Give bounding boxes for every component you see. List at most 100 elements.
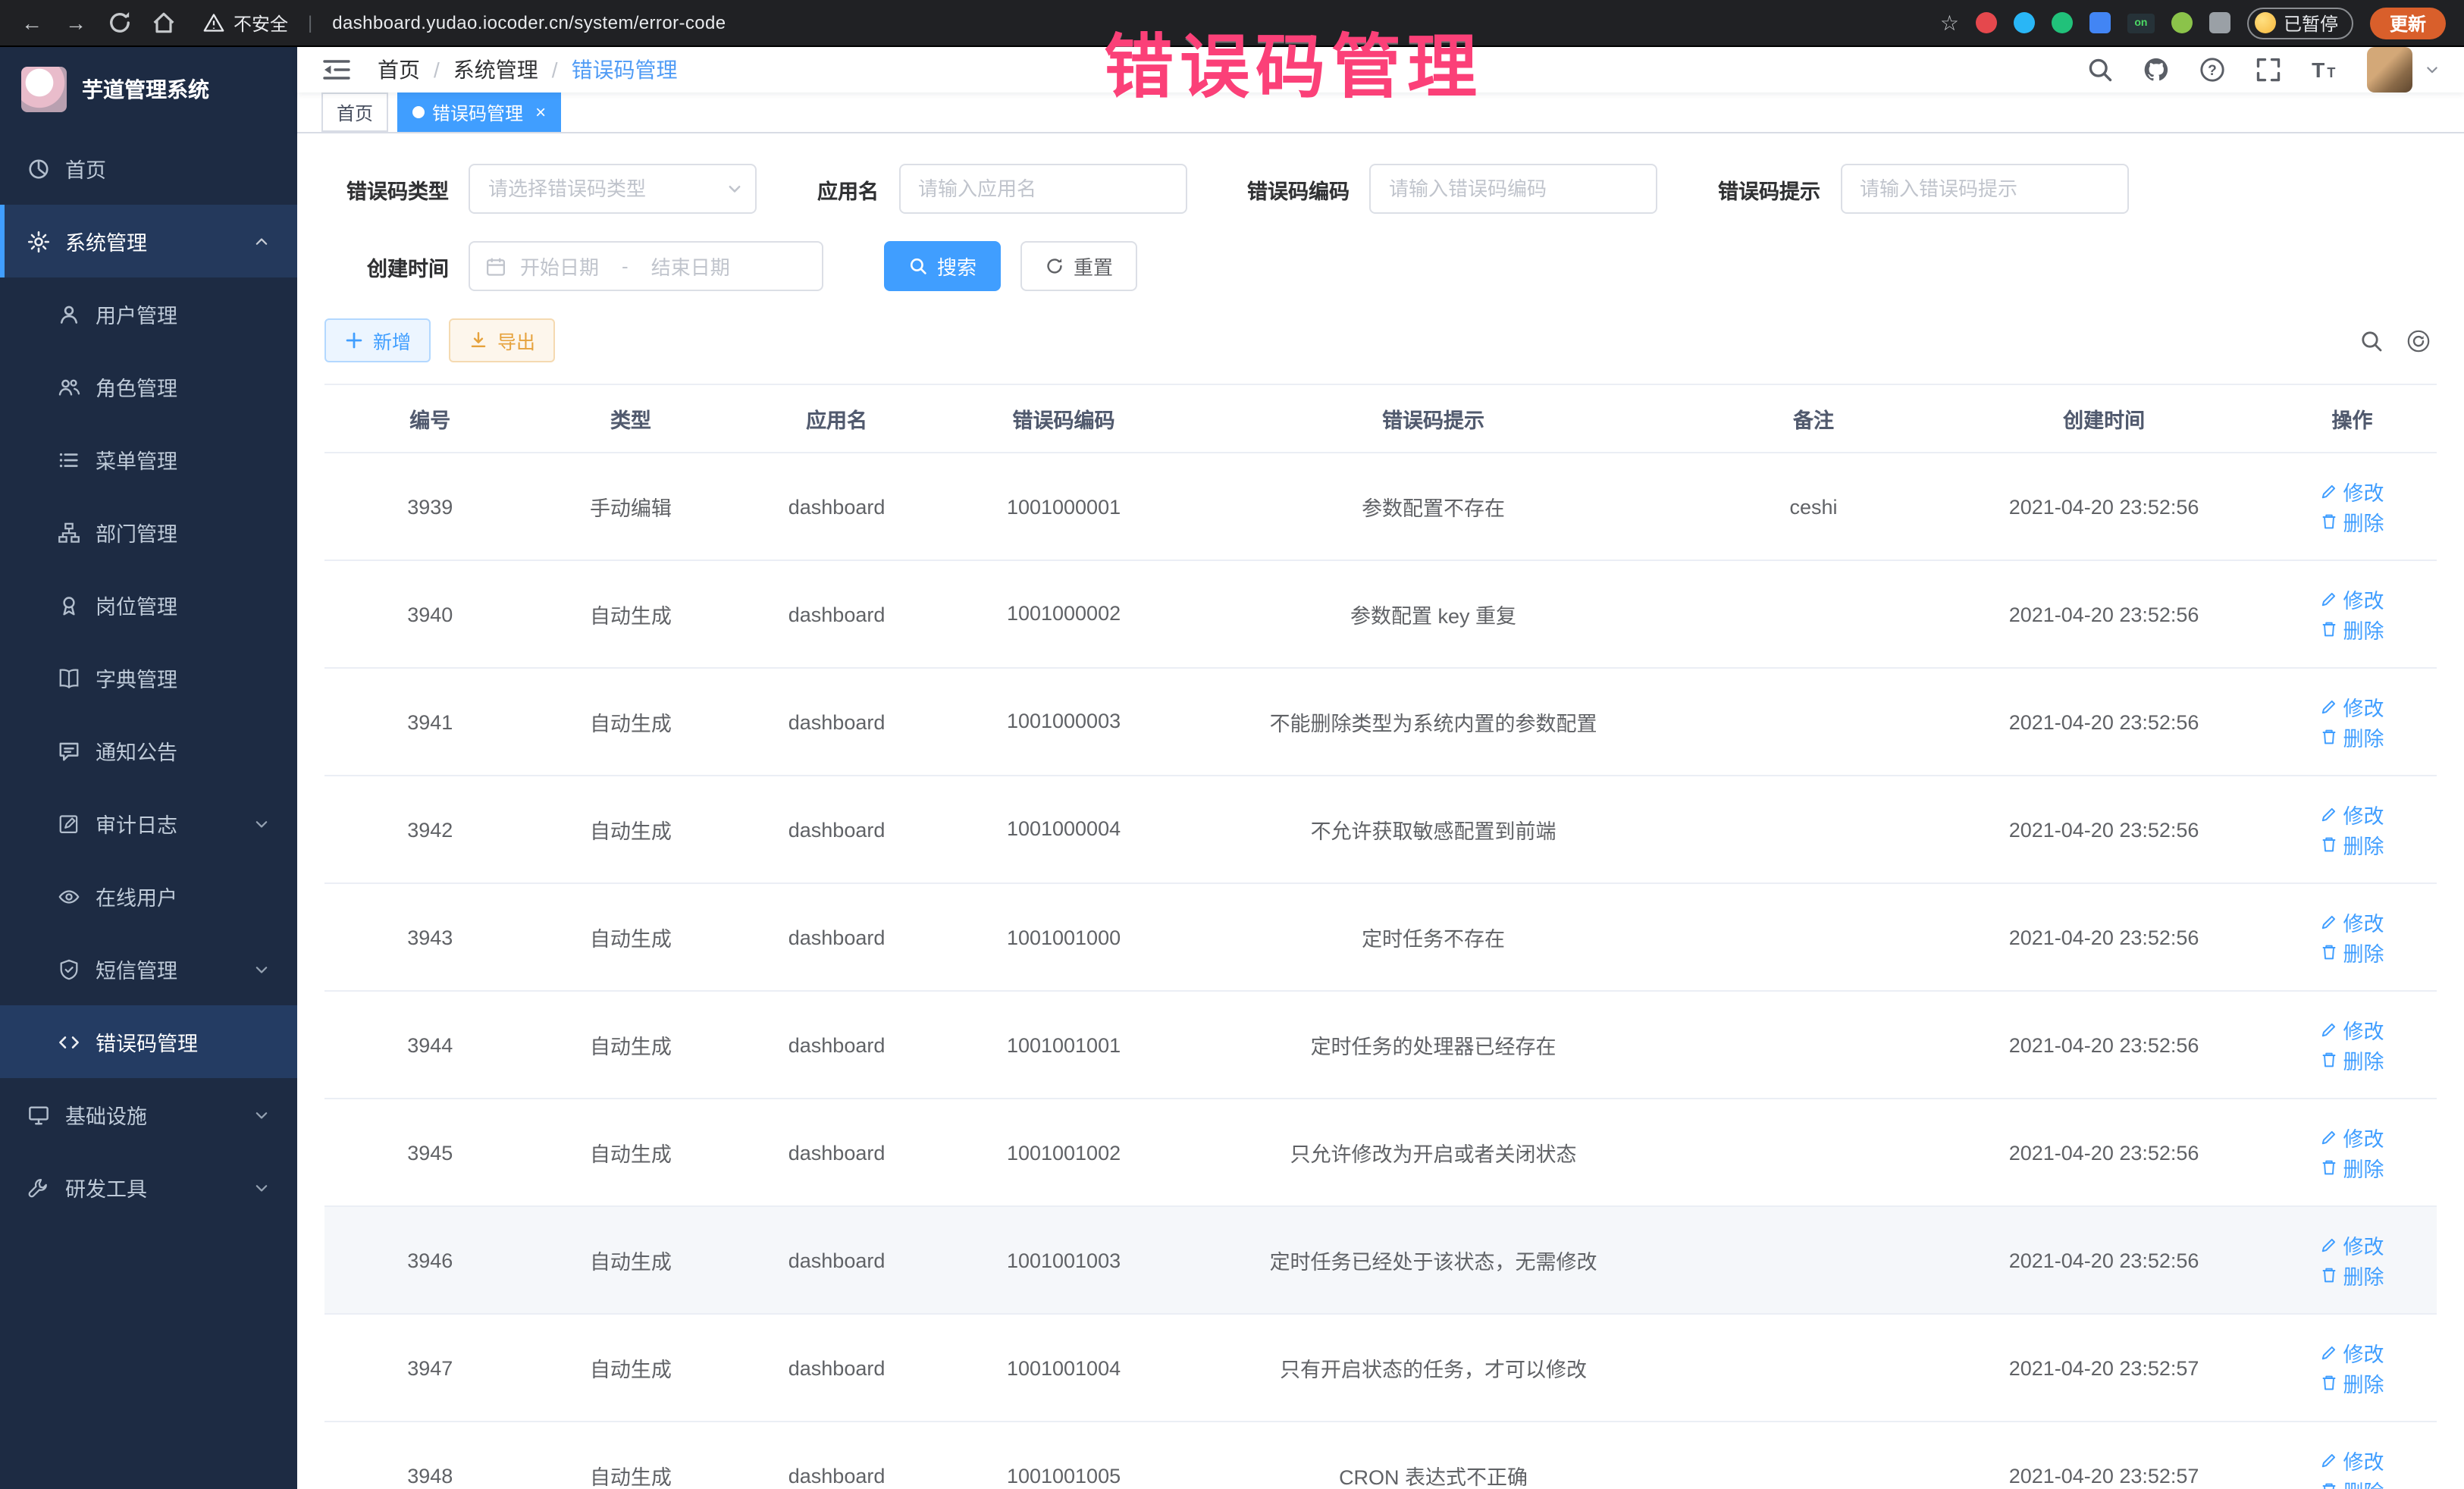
edit-link[interactable]: 修改 (2321, 691, 2384, 722)
cell-time: 2021-04-20 23:52:57 (1940, 1422, 2268, 1489)
adblock-icon[interactable] (1976, 12, 1997, 33)
error-hint-input[interactable] (1840, 164, 2128, 214)
font-size-icon[interactable]: TT (2311, 56, 2338, 83)
edit-link[interactable]: 修改 (2321, 799, 2384, 829)
sidebar-item-departments[interactable]: 部门管理 (0, 496, 297, 569)
sidebar-item-home[interactable]: 首页 (0, 132, 297, 205)
help-icon[interactable]: ? (2199, 56, 2226, 83)
dashboard-icon (27, 157, 50, 180)
table-header-row: 编号 类型 应用名 错误码编码 错误码提示 备注 创建时间 操作 (324, 384, 2437, 453)
trash-icon (2321, 835, 2339, 854)
delete-link[interactable]: 删除 (2321, 506, 2384, 537)
header-code: 错误码编码 (948, 384, 1180, 453)
forward-icon[interactable]: → (62, 9, 89, 36)
bookmark-star-icon[interactable]: ☆ (1940, 10, 1959, 36)
search-icon[interactable] (2086, 56, 2114, 83)
trash-icon (2321, 728, 2339, 746)
error-code-input[interactable] (1369, 164, 1657, 214)
delete-link[interactable]: 删除 (2321, 614, 2384, 644)
sidebar-item-users[interactable]: 用户管理 (0, 277, 297, 350)
cell-id: 3944 (324, 991, 536, 1099)
avatar[interactable] (2367, 47, 2412, 92)
proxy-on-icon[interactable]: on (2127, 13, 2155, 33)
edit-link[interactable]: 修改 (2321, 1230, 2384, 1260)
breadcrumb: 首页 / 系统管理 / 错误码管理 (378, 55, 678, 85)
edit-link[interactable]: 修改 (2321, 1014, 2384, 1045)
error-type-input[interactable] (469, 164, 757, 214)
gear-icon (27, 230, 50, 252)
cell-type: 自动生成 (536, 1099, 726, 1206)
chevron-down-icon (253, 1106, 270, 1123)
leaf-icon[interactable] (2171, 12, 2193, 33)
close-icon[interactable]: × (535, 102, 546, 123)
table-refresh-icon[interactable] (2406, 328, 2431, 353)
reset-button[interactable]: 重置 (1020, 241, 1137, 291)
breadcrumb-system[interactable]: 系统管理 (453, 55, 538, 85)
sidebar-item-label: 字典管理 (96, 663, 177, 693)
delete-link[interactable]: 删除 (2321, 1045, 2384, 1075)
update-button[interactable]: 更新 (2370, 7, 2446, 39)
grid-icon[interactable] (2089, 12, 2111, 33)
chevron-down-icon[interactable] (2425, 62, 2440, 77)
reload-icon[interactable] (106, 9, 133, 36)
date-range-picker[interactable]: 开始日期 - 结束日期 (469, 241, 823, 291)
sidebar-item-infrastructure[interactable]: 基础设施 (0, 1078, 297, 1151)
home-icon[interactable] (150, 9, 177, 36)
breadcrumb-home[interactable]: 首页 (378, 55, 420, 85)
trash-icon (2321, 1266, 2339, 1284)
delete-link[interactable]: 删除 (2321, 1260, 2384, 1290)
edit-link[interactable]: 修改 (2321, 907, 2384, 937)
edit-link[interactable]: 修改 (2321, 1445, 2384, 1475)
filter-row-1: 错误码类型 应用名 错误码编码 (324, 164, 2437, 214)
sidebar-item-positions[interactable]: 岗位管理 (0, 569, 297, 641)
delete-link[interactable]: 删除 (2321, 1368, 2384, 1398)
sidebar-item-dev-tools[interactable]: 研发工具 (0, 1151, 297, 1224)
edit-link[interactable]: 修改 (2321, 1122, 2384, 1152)
cell-hint: 不允许获取敏感配置到前端 (1180, 776, 1687, 883)
fullscreen-icon[interactable] (2255, 56, 2282, 83)
security-indicator[interactable]: 不安全 (203, 10, 288, 36)
error-code-table: 编号 类型 应用名 错误码编码 错误码提示 备注 创建时间 操作 3939 (324, 384, 2437, 1489)
pin-icon[interactable] (2014, 12, 2035, 33)
error-type-select[interactable] (469, 164, 757, 214)
sidebar-item-label: 在线用户 (96, 881, 177, 911)
edit-link[interactable]: 修改 (2321, 1337, 2384, 1368)
cell-remark (1687, 1099, 1940, 1206)
add-button[interactable]: 新增 (324, 318, 431, 362)
url-text[interactable]: dashboard.yudao.iocoder.cn/system/error-… (332, 12, 726, 33)
breadcrumb-separator: / (434, 58, 440, 82)
cell-ops: 修改删除 (2268, 991, 2437, 1099)
paused-badge[interactable]: 已暂停 (2247, 7, 2353, 39)
sidebar-item-audit-log[interactable]: 审计日志 (0, 787, 297, 860)
edit-link[interactable]: 修改 (2321, 476, 2384, 506)
tab-error-codes[interactable]: 错误码管理 × (397, 92, 561, 132)
delete-link[interactable]: 删除 (2321, 829, 2384, 860)
devtools-icon[interactable] (2052, 12, 2073, 33)
users-icon (58, 375, 80, 398)
cell-id: 3947 (324, 1314, 536, 1422)
sidebar-toggle-button[interactable] (321, 56, 352, 83)
export-button[interactable]: 导出 (449, 318, 555, 362)
delete-link[interactable]: 删除 (2321, 1152, 2384, 1183)
sidebar-item-system[interactable]: 系统管理 (0, 205, 297, 277)
cell-app: dashboard (726, 560, 948, 668)
github-icon[interactable] (2143, 56, 2170, 83)
back-icon[interactable]: ← (18, 9, 45, 36)
sidebar-item-menus[interactable]: 菜单管理 (0, 423, 297, 496)
table-search-icon[interactable] (2359, 328, 2384, 353)
delete-link[interactable]: 删除 (2321, 937, 2384, 967)
sidebar-item-error-codes[interactable]: 错误码管理 (0, 1005, 297, 1078)
edit-link[interactable]: 修改 (2321, 584, 2384, 614)
sidebar-item-online-users[interactable]: 在线用户 (0, 860, 297, 933)
sidebar-item-notices[interactable]: 通知公告 (0, 714, 297, 787)
delete-link[interactable]: 删除 (2321, 1475, 2384, 1489)
sidebar-item-roles[interactable]: 角色管理 (0, 350, 297, 423)
app-name-input[interactable] (898, 164, 1187, 214)
tab-home[interactable]: 首页 (321, 92, 388, 132)
puzzle-icon[interactable] (2209, 12, 2230, 33)
sidebar-item-dictionary[interactable]: 字典管理 (0, 641, 297, 714)
delete-link[interactable]: 删除 (2321, 722, 2384, 752)
app-logo[interactable]: 芋道管理系统 (0, 47, 297, 132)
search-button[interactable]: 搜索 (884, 241, 1001, 291)
sidebar-item-sms[interactable]: 短信管理 (0, 933, 297, 1005)
